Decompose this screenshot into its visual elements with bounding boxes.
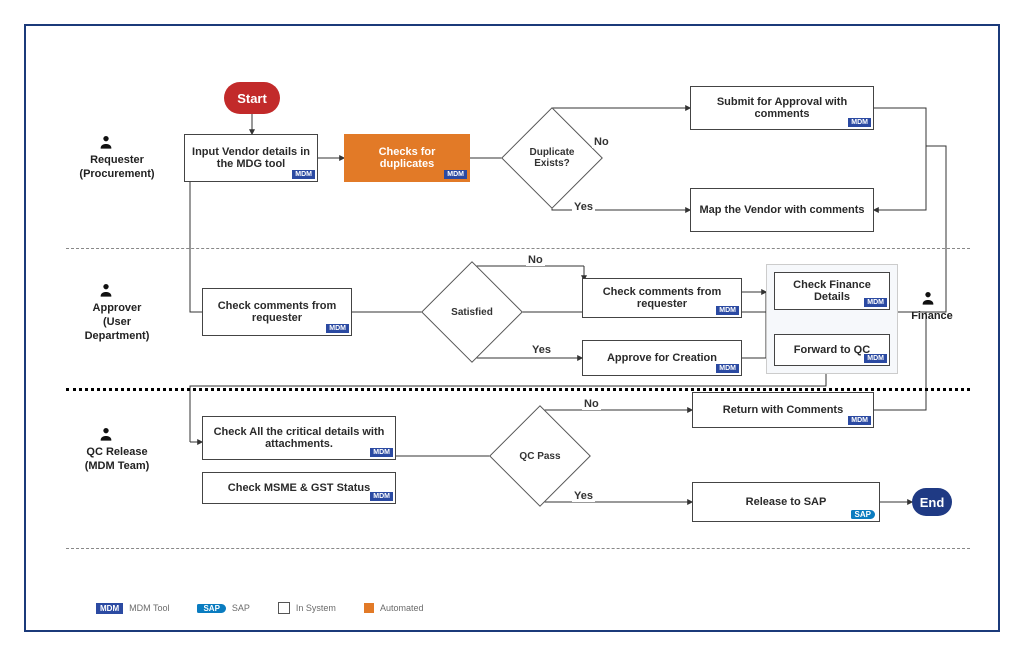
terminal-start: Start — [224, 82, 280, 114]
box-approve-creation: Approve for Creation MDM — [582, 340, 742, 376]
lane-separator — [66, 388, 970, 391]
box-submit-approval: Submit for Approval with comments MDM — [690, 86, 874, 130]
box-text: Release to SAP — [746, 496, 827, 508]
person-icon — [98, 426, 114, 442]
lane-separator — [66, 548, 970, 549]
mdm-badge: MDM — [370, 492, 393, 501]
box-return-comments: Return with Comments MDM — [692, 392, 874, 428]
box-map-vendor: Map the Vendor with comments — [690, 188, 874, 232]
person-icon — [98, 282, 114, 298]
sap-badge: SAP — [851, 510, 875, 519]
lane-label-approver: Approver (User Department) — [72, 302, 162, 343]
legend-text: In System — [296, 603, 336, 613]
legend-text: Automated — [380, 603, 424, 613]
box-check-duplicates: Checks for duplicates MDM — [344, 134, 470, 182]
person-icon — [920, 290, 936, 306]
diagram-frame: Requester (Procurement) Start Input Vend… — [24, 24, 1000, 632]
decision-qc-pass: QC Pass — [504, 420, 576, 492]
box-input-vendor: Input Vendor details in the MDG tool MDM — [184, 134, 318, 182]
mdm-badge: MDM — [716, 364, 739, 373]
box-text: Return with Comments — [723, 404, 843, 416]
legend-item-sap: SAP SAP — [197, 603, 249, 613]
decision-duplicate-exists: Duplicate Exists? — [516, 122, 588, 194]
box-text: Check MSME & GST Status — [228, 482, 370, 494]
mdm-badge: MDM — [848, 118, 871, 127]
box-text: Checks for duplicates — [351, 146, 463, 170]
lane-separator — [66, 248, 970, 249]
box-text: Check comments from requester — [589, 286, 735, 310]
box-check-comments-2: Check comments from requester MDM — [582, 278, 742, 318]
legend-item-mdm: MDM MDM Tool — [96, 603, 169, 614]
mdm-badge: MDM — [716, 306, 739, 315]
legend: MDM MDM Tool SAP SAP In System Automated — [96, 602, 423, 614]
lane-label-finance: Finance — [902, 310, 962, 324]
box-text: Check comments from requester — [209, 300, 345, 324]
edge-label-no: No — [526, 254, 545, 266]
box-check-msme: Check MSME & GST Status MDM — [202, 472, 396, 504]
lane-label-qc: QC Release (MDM Team) — [72, 446, 162, 474]
edge-label-no: No — [592, 136, 611, 148]
legend-item-insystem: In System — [278, 602, 336, 614]
legend-text: MDM Tool — [129, 603, 169, 613]
edge-label-no: No — [582, 398, 601, 410]
terminal-end: End — [912, 488, 952, 516]
edge-label-yes: Yes — [572, 490, 595, 502]
automated-swatch — [364, 603, 374, 613]
legend-item-automated: Automated — [364, 603, 424, 613]
box-text: Approve for Creation — [607, 352, 717, 364]
sap-badge-icon: SAP — [197, 604, 225, 613]
decision-satisfied: Satisfied — [436, 276, 508, 348]
box-check-critical: Check All the critical details with atta… — [202, 416, 396, 460]
box-text: Submit for Approval with comments — [697, 96, 867, 120]
box-text: Map the Vendor with comments — [699, 204, 864, 216]
person-icon — [98, 134, 114, 150]
box-check-finance: Check Finance Details MDM — [774, 272, 890, 310]
box-text: Check All the critical details with atta… — [209, 426, 389, 450]
box-text: Input Vendor details in the MDG tool — [191, 146, 311, 170]
box-forward-qc: Forward to QC MDM — [774, 334, 890, 366]
legend-text: SAP — [232, 603, 250, 613]
insystem-swatch — [278, 602, 290, 614]
mdm-badge: MDM — [848, 416, 871, 425]
edge-label-yes: Yes — [572, 201, 595, 213]
mdm-badge-icon: MDM — [96, 603, 123, 614]
mdm-badge: MDM — [864, 298, 887, 307]
mdm-badge: MDM — [370, 448, 393, 457]
mdm-badge: MDM — [292, 170, 315, 179]
mdm-badge: MDM — [864, 354, 887, 363]
mdm-badge: MDM — [444, 170, 467, 179]
mdm-badge: MDM — [326, 324, 349, 333]
box-release-sap: Release to SAP SAP — [692, 482, 880, 522]
box-text: Forward to QC — [794, 344, 870, 356]
edge-label-yes: Yes — [530, 344, 553, 356]
box-check-comments: Check comments from requester MDM — [202, 288, 352, 336]
lane-label-requester: Requester (Procurement) — [72, 154, 162, 182]
